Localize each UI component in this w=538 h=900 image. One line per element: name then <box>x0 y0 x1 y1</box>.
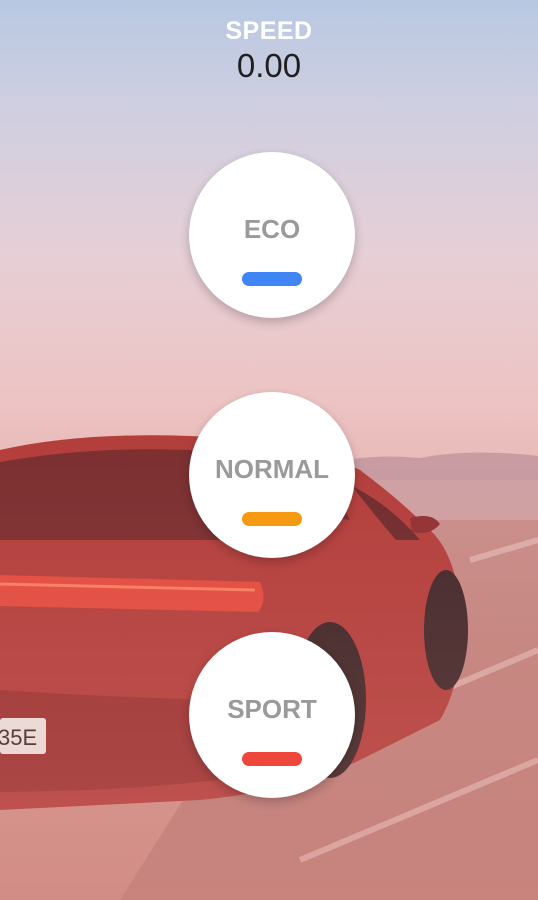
sport-mode-button[interactable]: SPORT <box>189 632 355 798</box>
normal-mode-button[interactable]: NORMAL <box>189 392 355 558</box>
eco-mode-indicator <box>242 272 302 286</box>
normal-mode-indicator <box>242 512 302 526</box>
speed-label: SPEED <box>225 17 313 45</box>
speed-value: 0.00 <box>236 47 302 84</box>
car-front-wheel <box>424 570 468 690</box>
eco-mode-label: ECO <box>243 214 301 244</box>
sport-mode-indicator <box>242 752 302 766</box>
license-plate-text: 35E <box>0 725 37 750</box>
sport-mode-label: SPORT <box>227 694 317 724</box>
drive-mode-screen: 35E SPEED 0.00 ECO NORMAL SPORT <box>0 0 538 900</box>
eco-mode-button[interactable]: ECO <box>189 152 355 318</box>
normal-mode-label: NORMAL <box>214 454 330 484</box>
speed-readout: SPEED 0.00 <box>0 16 538 86</box>
